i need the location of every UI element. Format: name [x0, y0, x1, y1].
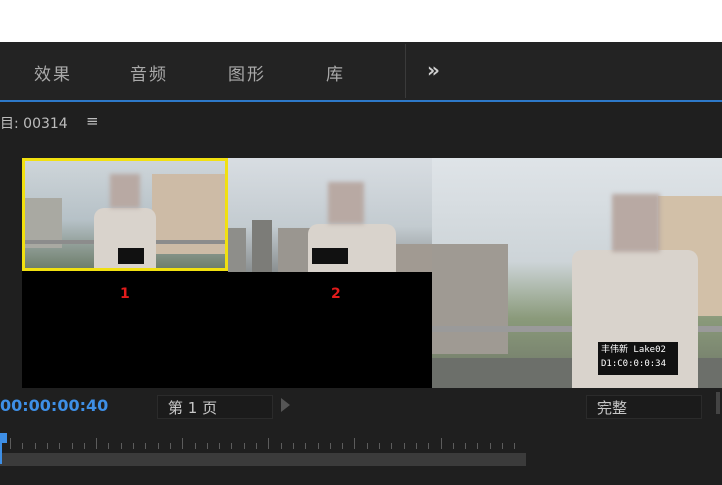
ruler-tick [280, 443, 282, 449]
quality-select[interactable]: 完整 ⌵ [586, 395, 702, 419]
title-strip [0, 0, 722, 42]
ruler-tick [145, 443, 147, 449]
ruler-tick [452, 443, 454, 449]
ruler-tick [108, 443, 110, 449]
clip-thumbnail-2[interactable] [228, 158, 432, 272]
panel-tab-bar: 效果 音频 图形 库 » [0, 42, 722, 100]
ruler-tick [133, 443, 134, 449]
ruler-tick [96, 438, 98, 449]
ruler-tick [219, 443, 221, 449]
page-select[interactable]: 第 1 页 ⌵ [157, 395, 273, 419]
ruler-tick [354, 438, 356, 449]
caption-code: D1:C0:0:0:34 [601, 359, 667, 369]
ruler-tick [317, 443, 319, 449]
ruler-tick [329, 443, 331, 449]
ruler-tick [206, 443, 208, 449]
ruler-tick [502, 443, 503, 449]
ruler-tick [514, 443, 516, 449]
clip-caption-3: 丰伟新 Lake02 D1:C0:0:0:34 [598, 342, 678, 375]
ruler-tick [120, 443, 122, 449]
more-tabs-icon[interactable]: » [427, 58, 440, 82]
tab-divider [405, 44, 406, 98]
ruler-tick [292, 443, 294, 449]
clip-thumbnail-3[interactable]: 丰伟新 Lake02 D1:C0:0:0:34 [432, 158, 722, 388]
playhead-line [0, 443, 2, 464]
selection-outline [22, 158, 228, 271]
tab-audio[interactable]: 音频 [130, 60, 168, 85]
ruler-tick [157, 443, 159, 449]
ruler-tick [71, 443, 73, 449]
caption-name: 丰伟新 Lake02 [601, 345, 666, 355]
ruler-tick [256, 443, 257, 449]
ruler-tick [305, 443, 307, 449]
ruler-tick [477, 443, 479, 449]
ruler-tick [415, 443, 417, 449]
ruler-tick [46, 443, 48, 449]
ruler-tick [83, 443, 85, 449]
next-page-icon[interactable] [281, 398, 290, 412]
panel-menu-icon[interactable]: ≡ [86, 112, 99, 130]
ruler-tick [379, 443, 380, 449]
chevron-down-icon: ⌵ [597, 397, 607, 411]
ruler-tick [194, 443, 196, 449]
ruler-tick [22, 443, 24, 449]
ruler-tick [182, 438, 184, 449]
clip-number-2: 2 [331, 286, 341, 302]
tab-library[interactable]: 库 [326, 60, 345, 85]
clip-number-1: 1 [120, 286, 130, 302]
ruler-tick [34, 443, 36, 449]
timeline-ruler[interactable] [0, 437, 526, 453]
ruler-tick [169, 443, 171, 449]
tab-effects[interactable]: 效果 [34, 60, 72, 85]
ruler-tick [403, 443, 405, 449]
ruler-tick [243, 443, 245, 449]
ruler-tick [440, 438, 442, 449]
ruler-tick [268, 438, 270, 449]
ruler-tick [231, 443, 233, 449]
timeline-track[interactable] [0, 453, 526, 466]
ruler-tick [342, 443, 344, 449]
ruler-tick [10, 438, 11, 449]
chevron-down-icon: ⌵ [168, 397, 178, 411]
ruler-tick [366, 443, 368, 449]
ruler-tick [391, 443, 393, 449]
ruler-tick [489, 443, 491, 449]
ruler-tick [465, 443, 467, 449]
project-title: 目: 00314 [0, 116, 68, 132]
clip-caption-2 [312, 248, 348, 264]
ruler-tick [428, 443, 430, 449]
timecode-display[interactable]: 00:00:00:40 [0, 396, 108, 415]
panel-edge-control[interactable] [716, 392, 720, 414]
tab-graphics[interactable]: 图形 [228, 60, 266, 85]
ruler-tick [59, 443, 61, 449]
playhead-handle[interactable] [0, 433, 7, 443]
